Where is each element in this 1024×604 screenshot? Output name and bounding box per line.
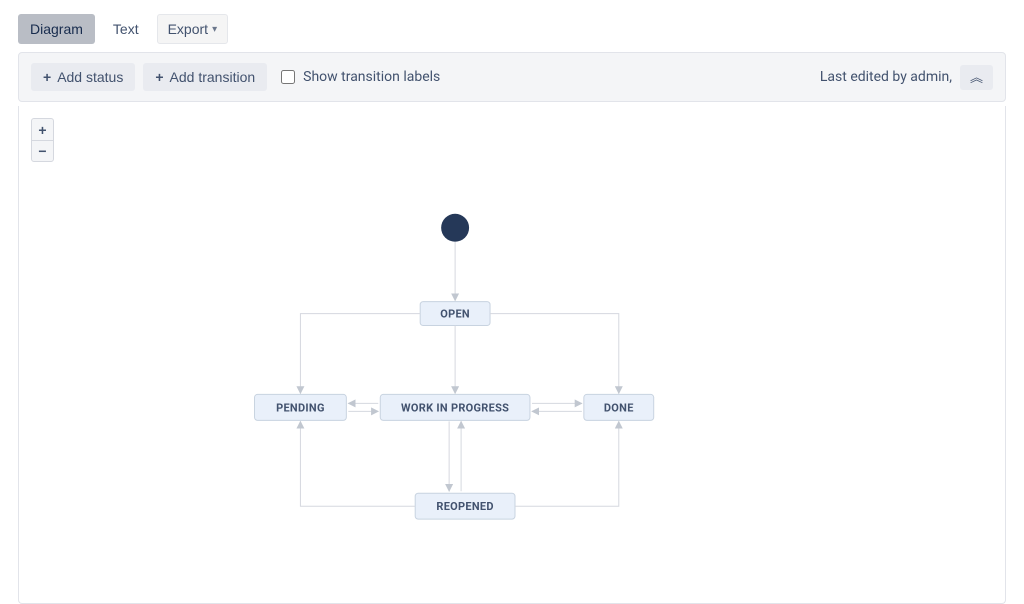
edge-open-pending[interactable] [300, 314, 420, 394]
show-labels-checkbox[interactable]: Show transition labels [281, 69, 440, 85]
add-transition-button[interactable]: + Add transition [143, 63, 267, 91]
tab-text[interactable]: Text [101, 14, 151, 44]
status-wip-label: WORK IN PROGRESS [401, 401, 509, 414]
zoom-controls: + − [31, 118, 54, 162]
status-pending-label: PENDING [276, 401, 325, 414]
show-labels-input[interactable] [281, 70, 295, 84]
show-labels-text: Show transition labels [303, 69, 440, 85]
tab-diagram[interactable]: Diagram [18, 14, 95, 44]
chevron-down-icon: ▾ [212, 24, 217, 35]
add-transition-label: Add transition [170, 69, 256, 85]
zoom-in-button[interactable]: + [32, 119, 53, 140]
chevron-double-up-icon: ︽ [970, 70, 983, 85]
status-open-label: OPEN [440, 307, 470, 320]
top-tabs: Diagram Text Export ▾ [0, 0, 1024, 52]
edge-reopened-done[interactable] [515, 421, 619, 506]
add-status-button[interactable]: + Add status [31, 63, 135, 91]
collapse-button[interactable]: ︽ [960, 65, 993, 90]
zoom-out-button[interactable]: − [32, 140, 53, 161]
plus-icon: + [43, 69, 51, 85]
workflow-svg: OPEN PENDING WORK IN PROGRESS DONE REOPE… [19, 106, 1005, 603]
status-reopened-label: REOPENED [436, 500, 493, 513]
add-status-label: Add status [57, 69, 123, 85]
edge-reopened-pending[interactable] [300, 421, 415, 506]
last-edited-text: Last edited by admin, [820, 69, 952, 85]
workflow-canvas[interactable]: + − OPEN PENDING WORK IN PROGRESS DONE R… [18, 106, 1006, 604]
status-done-label: DONE [604, 401, 634, 414]
editor-toolbar: + Add status + Add transition Show trans… [18, 52, 1006, 102]
toolbar-left: + Add status + Add transition Show trans… [31, 63, 440, 91]
export-button[interactable]: Export ▾ [157, 14, 229, 44]
plus-icon: + [155, 69, 163, 85]
edge-open-done[interactable] [490, 314, 619, 394]
initial-node[interactable] [441, 214, 469, 242]
export-label: Export [168, 21, 208, 37]
